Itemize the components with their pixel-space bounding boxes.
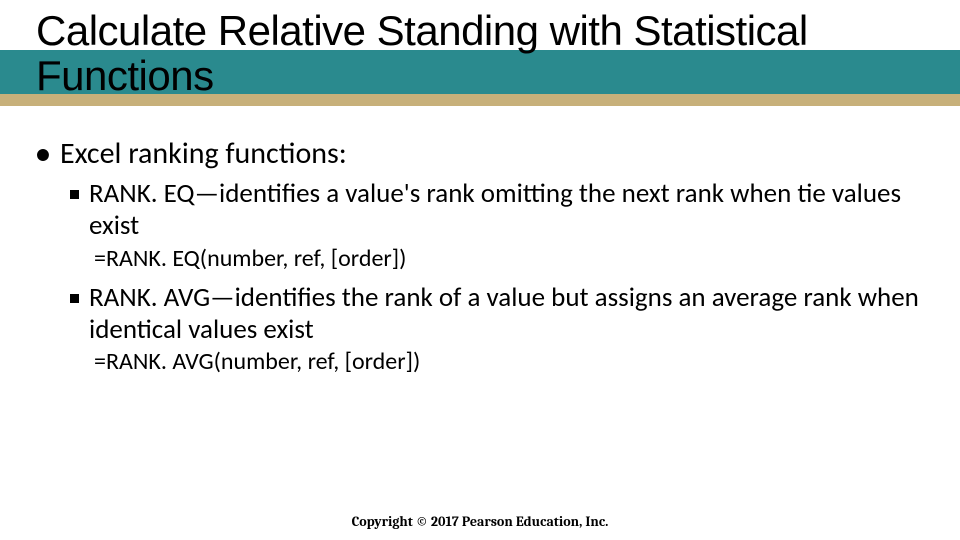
syntax-text: =RANK. EQ(number, ref, [order]) xyxy=(94,244,926,274)
bullet-dot-icon: • xyxy=(36,140,50,168)
slide-body: • Excel ranking functions: RANK. EQ—iden… xyxy=(36,135,926,385)
bullet-level1-text: Excel ranking functions: xyxy=(60,135,347,172)
syntax-text: =RANK. AVG(number, ref, [order]) xyxy=(94,347,926,377)
bullet-level1: • Excel ranking functions: xyxy=(36,135,926,172)
slide-title: Calculate Relative Standing with Statist… xyxy=(36,8,926,99)
bullet-square-icon xyxy=(70,190,79,199)
bullet-level2-text: RANK. EQ—identifies a value's rank omitt… xyxy=(89,178,926,242)
bullet-square-icon xyxy=(70,294,79,303)
bullet-level2-text: RANK. AVG—identifies the rank of a value… xyxy=(89,282,926,346)
slide: Calculate Relative Standing with Statist… xyxy=(0,0,960,540)
bullet-level2: RANK. EQ—identifies a value's rank omitt… xyxy=(70,178,926,242)
bullet-level2: RANK. AVG—identifies the rank of a value… xyxy=(70,282,926,346)
copyright-text: Copyright © 2017 Pearson Education, Inc. xyxy=(0,513,960,530)
